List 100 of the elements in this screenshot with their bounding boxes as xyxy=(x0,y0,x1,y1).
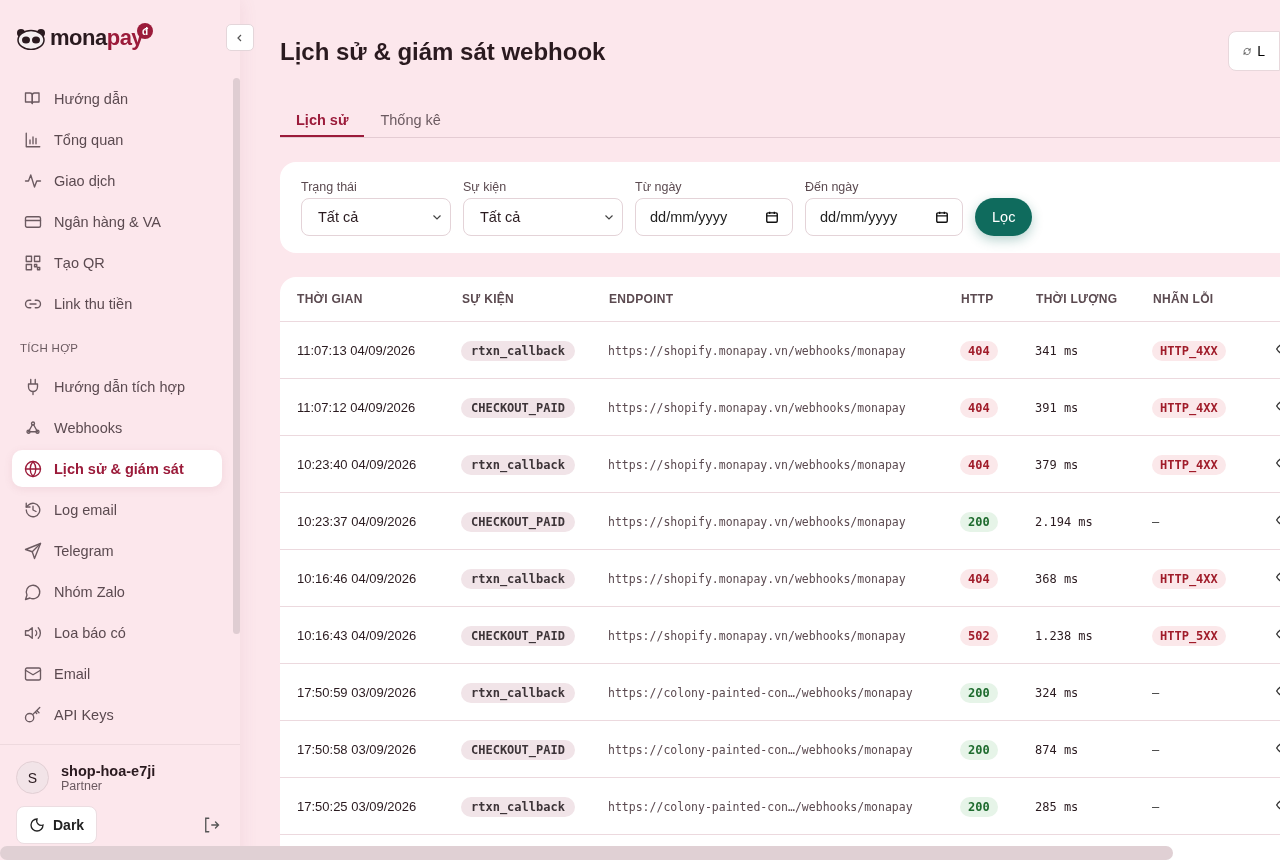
item-label: Webhooks xyxy=(54,419,123,436)
status-code-badge: 404 xyxy=(960,397,998,418)
duration-cell: 368 ms xyxy=(1035,571,1079,586)
scrollbar[interactable] xyxy=(233,78,240,634)
column-header: THỜI GIAN xyxy=(280,277,461,322)
refresh-button[interactable]: L xyxy=(1228,31,1280,71)
section-heading: TÍCH HỢP xyxy=(19,341,80,356)
item-label: Tạo QR xyxy=(54,254,105,271)
item-label: Link thu tiền xyxy=(54,295,133,312)
tab[interactable]: Thống kê xyxy=(364,104,457,137)
tab[interactable]: Lịch sử xyxy=(280,104,365,137)
chevron-down-icon xyxy=(604,212,614,222)
sidebar-item[interactable]: Giao dịch xyxy=(12,160,222,201)
bar-chart-icon xyxy=(24,130,42,149)
error-label-badge: HTTP_4XX xyxy=(1152,340,1226,361)
endpoint-cell: https://colony-painted-con…/webhooks/monapay xyxy=(608,742,913,757)
sidebar-item[interactable]: API Keys xyxy=(12,694,222,735)
error-label-badge: HTTP_4XX xyxy=(1152,397,1226,418)
duration-cell: 379 ms xyxy=(1035,457,1079,472)
status-code-badge: 200 xyxy=(960,796,998,817)
calendar-icon[interactable] xyxy=(935,210,949,224)
duration-cell: 2.194 ms xyxy=(1035,514,1093,529)
time-cell: 11:07:12 04/09/2026 xyxy=(297,399,416,415)
event-tag: rtxn_callback xyxy=(461,568,575,589)
field-label: Đến ngày xyxy=(805,180,860,194)
sidebar-item[interactable]: Telegram xyxy=(12,530,222,571)
error-label-cell: — xyxy=(1152,685,1160,700)
error-label-badge: HTTP_5XX xyxy=(1152,625,1226,646)
send-icon xyxy=(24,541,42,560)
time-cell: 10:23:37 04/09/2026 xyxy=(297,513,417,529)
webhook-icon xyxy=(24,418,42,437)
endpoint-cell: https://shopify.monapay.vn/webhooks/monapay xyxy=(608,571,906,586)
time-cell: 17:50:25 03/09/2026 xyxy=(297,798,417,814)
select-field[interactable]: Tất cả xyxy=(301,198,451,236)
item-label: Hướng dẫn xyxy=(54,90,129,107)
user-role: Partner xyxy=(61,778,102,793)
event-tag: CHECKOUT_PAID xyxy=(461,511,575,532)
time-cell: 17:50:58 03/09/2026 xyxy=(297,741,417,757)
sidebar-item[interactable]: Tạo QR xyxy=(12,242,222,283)
user-name: shop-hoa-e7ji xyxy=(61,762,156,779)
item-label: Tổng quan xyxy=(54,131,124,148)
sidebar-item[interactable]: Hướng dẫn xyxy=(12,78,222,119)
date-field[interactable]: dd/mm/yyyy xyxy=(805,198,963,236)
status-code-badge: 404 xyxy=(960,454,998,475)
endpoint-cell: https://shopify.monapay.vn/webhooks/monapay xyxy=(608,343,906,358)
error-label-cell: — xyxy=(1152,742,1160,757)
date-field[interactable]: dd/mm/yyyy xyxy=(635,198,793,236)
column-header: THỜI LƯỢNG xyxy=(1035,277,1152,322)
sidebar-item[interactable]: Log email xyxy=(12,489,222,530)
endpoint-cell: https://colony-painted-con…/webhooks/monapay xyxy=(608,799,913,814)
select-field[interactable]: Tất cả xyxy=(463,198,623,236)
page-title: Lịch sử & giám sát webhook xyxy=(280,38,606,66)
sidebar-item[interactable]: Tổng quan xyxy=(12,119,222,160)
logout-icon[interactable] xyxy=(202,816,220,834)
chevron-down-icon xyxy=(432,212,442,222)
event-tag: CHECKOUT_PAID xyxy=(461,625,575,646)
item-label: Lịch sử & giám sát xyxy=(54,460,184,477)
duration-cell: 1.238 ms xyxy=(1035,628,1093,643)
event-tag: rtxn_callback xyxy=(461,454,575,475)
item-label: Email xyxy=(54,665,91,682)
globe-icon xyxy=(24,459,42,478)
endpoint-cell: https://colony-painted-con…/webhooks/monapay xyxy=(608,685,913,700)
sidebar-item[interactable]: Hướng dẫn tích hợp xyxy=(12,366,222,407)
item-label: Telegram xyxy=(54,542,114,559)
chat-bubble-icon xyxy=(24,582,42,601)
error-label-cell: — xyxy=(1152,514,1160,529)
theme-button[interactable]: Dark xyxy=(16,806,98,844)
item-label: Log email xyxy=(54,501,117,518)
status-code-badge: 502 xyxy=(960,625,998,646)
history-icon xyxy=(24,500,42,519)
column-header: HTTP xyxy=(960,277,1035,322)
sidebar-item[interactable]: Loa báo có xyxy=(12,612,222,653)
sidebar-item[interactable]: Ngân hàng & VA xyxy=(12,201,222,242)
sidebar-item[interactable]: Webhooks xyxy=(12,407,222,448)
field-label: Trạng thái xyxy=(301,180,358,194)
duration-cell: 874 ms xyxy=(1035,742,1079,757)
sidebar-item[interactable]: Email xyxy=(12,653,222,694)
error-label-badge: HTTP_4XX xyxy=(1152,454,1226,475)
column-header: ENDPOINT xyxy=(608,277,960,322)
duration-cell: 391 ms xyxy=(1035,400,1079,415)
item-label: API Keys xyxy=(54,706,114,723)
filter-button[interactable]: Lọc xyxy=(975,198,1033,236)
error-label-cell: — xyxy=(1152,799,1160,814)
item-label: Hướng dẫn tích hợp xyxy=(54,378,186,395)
scrollbar[interactable] xyxy=(0,846,1173,860)
duration-cell: 285 ms xyxy=(1035,799,1079,814)
time-cell: 10:16:43 04/09/2026 xyxy=(297,627,417,643)
status-code-badge: 200 xyxy=(960,511,998,532)
time-cell: 10:23:40 04/09/2026 xyxy=(297,456,417,472)
sidebar-item[interactable]: Lịch sử & giám sát xyxy=(12,450,222,487)
endpoint-cell: https://shopify.monapay.vn/webhooks/monapay xyxy=(608,400,906,415)
qr-code-icon xyxy=(24,253,42,272)
item-label: Nhóm Zalo xyxy=(54,583,125,600)
sidebar-item[interactable]: Link thu tiền xyxy=(12,283,222,324)
sidebar-item[interactable]: Nhóm Zalo xyxy=(12,571,222,612)
item-label: Giao dịch xyxy=(54,172,116,189)
avatar: S xyxy=(16,761,49,794)
status-code-badge: 404 xyxy=(960,340,998,361)
panda-logo-icon xyxy=(16,28,46,50)
calendar-icon[interactable] xyxy=(765,210,779,224)
